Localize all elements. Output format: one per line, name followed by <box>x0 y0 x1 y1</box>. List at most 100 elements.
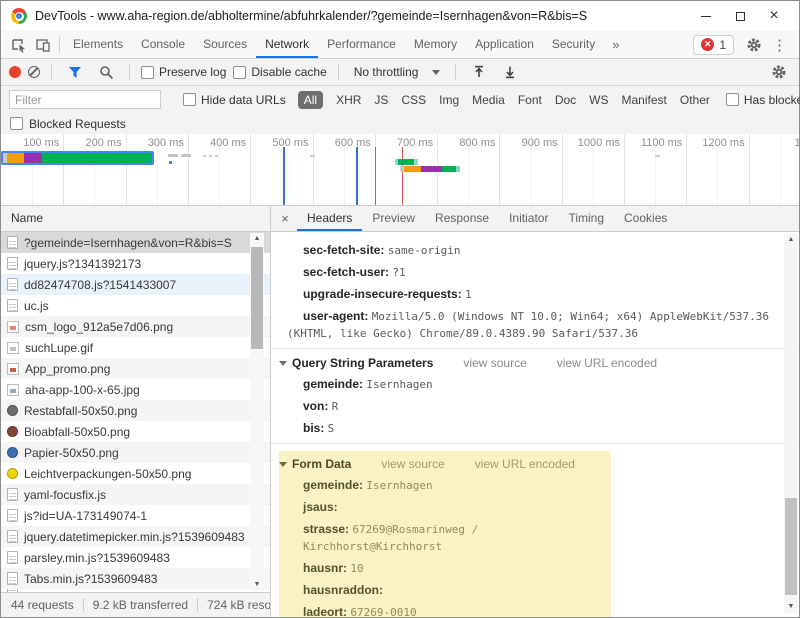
tab-memory[interactable]: Memory <box>405 31 466 58</box>
scrollbar-thumb[interactable] <box>785 498 797 595</box>
error-count-button[interactable]: ✕ 1 <box>693 35 734 55</box>
minimize-button[interactable] <box>689 3 723 29</box>
has-blocked-cookies-checkbox[interactable] <box>726 93 739 106</box>
settings-button[interactable] <box>742 33 766 57</box>
request-row[interactable]: Papier-50x50.png <box>1 442 270 463</box>
detail-tab-response[interactable]: Response <box>425 206 499 231</box>
filter-type-xhr[interactable]: XHR <box>336 93 361 107</box>
request-row[interactable]: Tabs.min.js?1539609483 <box>1 568 270 589</box>
query-string-title: Query String Parameters <box>292 356 433 370</box>
inspect-cursor-icon <box>11 37 27 53</box>
network-overview-timeline[interactable]: 100 ms200 ms300 ms400 ms500 ms600 ms700 … <box>1 134 799 206</box>
filter-type-js[interactable]: JS <box>374 93 388 107</box>
filter-type-manifest[interactable]: Manifest <box>622 93 667 107</box>
filter-type-font[interactable]: Font <box>518 93 542 107</box>
request-row[interactable]: App_promo.png <box>1 358 270 379</box>
close-detail-button[interactable]: × <box>273 211 297 226</box>
view-url-encoded-link[interactable]: view URL encoded <box>475 457 575 471</box>
detail-tab-cookies[interactable]: Cookies <box>614 206 677 231</box>
clear-icon[interactable] <box>28 66 40 78</box>
request-row[interactable]: Bioabfall-50x50.png <box>1 421 270 442</box>
request-row[interactable]: yaml-focusfix.js <box>1 484 270 505</box>
filter-toggle-button[interactable] <box>63 60 87 84</box>
filter-type-doc[interactable]: Doc <box>555 93 576 107</box>
kebab-menu-button[interactable]: ⋮ <box>766 36 793 54</box>
request-row[interactable]: js?id=UA-173149074-1 <box>1 505 270 526</box>
filter-input[interactable] <box>9 90 161 109</box>
collapse-triangle-icon[interactable] <box>279 361 287 366</box>
scroll-down-icon[interactable]: ▼ <box>250 579 264 591</box>
detail-scrollbar[interactable]: ▲ ▼ <box>784 234 798 613</box>
export-har-button[interactable] <box>498 60 522 84</box>
view-source-link[interactable]: view source <box>381 457 444 471</box>
view-url-encoded-link[interactable]: view URL encoded <box>557 356 657 370</box>
disable-cache-checkbox[interactable] <box>233 66 246 79</box>
more-tabs-button[interactable]: » <box>604 37 627 52</box>
request-row[interactable]: suchLupe.gif <box>1 337 270 358</box>
request-name: parsley.min.js?1539609483 <box>24 551 170 565</box>
detail-tab-preview[interactable]: Preview <box>362 206 425 231</box>
divider <box>338 64 339 80</box>
tab-elements[interactable]: Elements <box>64 31 132 58</box>
upload-icon <box>472 65 486 79</box>
request-list-scrollbar[interactable]: ▲▼ <box>250 233 264 591</box>
param-name: hausnraddon: <box>303 583 383 597</box>
header-value: ?1 <box>392 266 405 279</box>
detail-tab-initiator[interactable]: Initiator <box>499 206 558 231</box>
file-script-icon <box>7 257 18 270</box>
request-row[interactable]: dd82474708.js?1541433007 <box>1 274 270 295</box>
throttling-select[interactable]: No throttling <box>350 65 445 79</box>
network-toolbar: Preserve log Disable cache No throttling <box>1 59 799 86</box>
tab-application[interactable]: Application <box>466 31 543 58</box>
device-toolbar-button[interactable] <box>31 33 55 57</box>
request-row[interactable]: parsley.min.js?1539609483 <box>1 547 270 568</box>
blocked-requests-checkbox[interactable] <box>10 117 23 130</box>
close-button[interactable]: × <box>757 3 791 29</box>
tab-sources[interactable]: Sources <box>194 31 256 58</box>
maximize-button[interactable] <box>723 3 757 29</box>
tab-performance[interactable]: Performance <box>318 31 405 58</box>
detail-tab-timing[interactable]: Timing <box>558 206 614 231</box>
filter-type-img[interactable]: Img <box>439 93 459 107</box>
request-row[interactable]: jquery.js?1341392173 <box>1 253 270 274</box>
preserve-log-checkbox[interactable] <box>141 66 154 79</box>
scrollbar-thumb[interactable] <box>251 247 263 349</box>
tab-console[interactable]: Console <box>132 31 194 58</box>
param-value: 67269-0010 <box>350 606 416 617</box>
collapse-triangle-icon[interactable] <box>279 462 287 467</box>
request-row[interactable]: aha-app-100-x-65.jpg <box>1 379 270 400</box>
chrome-logo-icon <box>11 8 27 24</box>
filter-type-other[interactable]: Other <box>680 93 710 107</box>
request-row[interactable]: ?gemeinde=Isernhagen&von=R&bis=S <box>1 232 270 253</box>
request-row[interactable]: csm_logo_912a5e7d06.png <box>1 316 270 337</box>
request-row[interactable]: jquery.datetimepicker.min.js?1539609483 <box>1 526 270 547</box>
param-line: strasse: 67269@Rosmarinweg / Kirchhorst@… <box>279 521 611 555</box>
filter-type-all[interactable]: All <box>298 91 323 109</box>
request-row[interactable]: Leichtverpackungen-50x50.png <box>1 463 270 484</box>
tab-security[interactable]: Security <box>543 31 604 58</box>
network-settings-button[interactable] <box>767 60 791 84</box>
name-column-header[interactable]: Name <box>1 206 270 232</box>
param-line: gemeinde: Isernhagen <box>279 376 779 393</box>
filter-type-media[interactable]: Media <box>472 93 505 107</box>
inspect-element-button[interactable] <box>7 33 31 57</box>
scroll-up-icon[interactable]: ▲ <box>250 233 264 245</box>
filter-type-css[interactable]: CSS <box>401 93 426 107</box>
request-row[interactable]: uc.js <box>1 295 270 316</box>
record-button[interactable] <box>9 66 21 78</box>
filter-type-ws[interactable]: WS <box>589 93 608 107</box>
param-value: S <box>328 422 335 435</box>
detail-tab-headers[interactable]: Headers <box>297 206 362 231</box>
import-har-button[interactable] <box>467 60 491 84</box>
param-name: bis: <box>303 421 328 435</box>
request-row[interactable]: Restabfall-50x50.png <box>1 400 270 421</box>
request-row[interactable] <box>1 589 270 592</box>
view-source-link[interactable]: view source <box>463 356 526 370</box>
scroll-up-icon[interactable]: ▲ <box>784 234 798 246</box>
hide-data-urls-checkbox[interactable] <box>183 93 196 106</box>
tab-network[interactable]: Network <box>256 31 318 58</box>
file-script-icon <box>7 509 18 522</box>
scroll-down-icon[interactable]: ▼ <box>784 601 798 613</box>
param-value: 10 <box>350 562 363 575</box>
search-button[interactable] <box>94 60 118 84</box>
